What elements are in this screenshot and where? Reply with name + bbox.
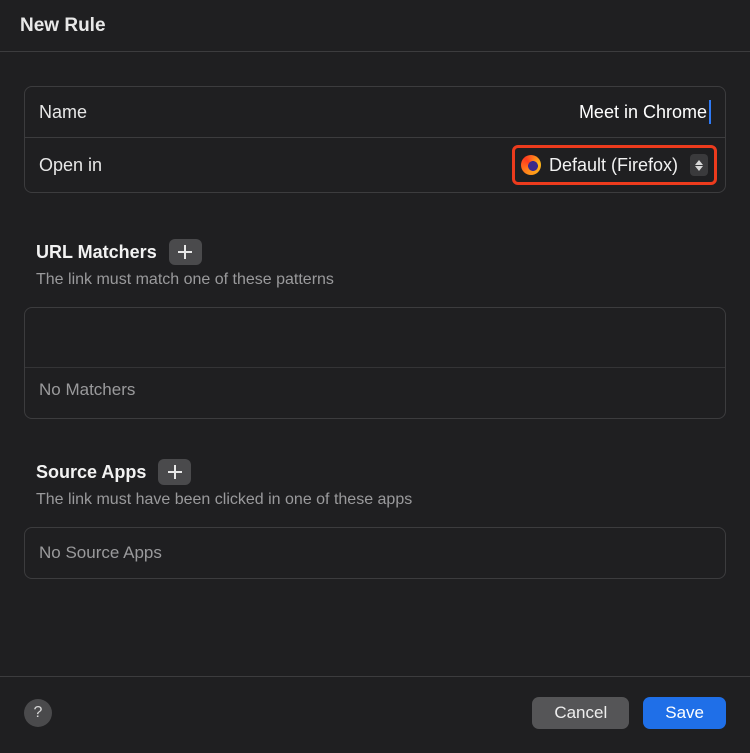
- name-row: Name: [25, 87, 725, 137]
- window-title: New Rule: [0, 0, 750, 52]
- source-apps-list: No Source Apps: [24, 527, 726, 579]
- add-source-button[interactable]: [158, 459, 191, 485]
- matchers-list: No Matchers: [24, 307, 726, 419]
- source-apps-section: Source Apps The link must have been clic…: [24, 459, 726, 579]
- open-in-label: Open in: [39, 155, 102, 176]
- plus-icon: [168, 465, 182, 479]
- url-matchers-section: URL Matchers The link must match one of …: [24, 239, 726, 419]
- open-in-dropdown[interactable]: Default (Firefox): [521, 154, 708, 176]
- add-matcher-button[interactable]: [169, 239, 202, 265]
- source-apps-title: Source Apps: [36, 462, 146, 483]
- cancel-button[interactable]: Cancel: [532, 697, 629, 729]
- open-in-row: Open in Default (Firefox): [25, 137, 725, 192]
- firefox-icon: [521, 155, 541, 175]
- open-in-highlight: Default (Firefox): [512, 145, 717, 185]
- rule-form: Name Open in Default (Firefox): [24, 86, 726, 193]
- source-apps-empty: No Source Apps: [39, 543, 711, 563]
- footer: ? Cancel Save: [0, 676, 750, 753]
- chevron-up-down-icon: [690, 154, 708, 176]
- source-apps-subtitle: The link must have been clicked in one o…: [24, 491, 726, 509]
- help-button[interactable]: ?: [24, 699, 52, 727]
- name-input[interactable]: [107, 100, 711, 124]
- matchers-empty: No Matchers: [25, 368, 725, 418]
- open-in-value: Default (Firefox): [549, 155, 678, 176]
- plus-icon: [178, 245, 192, 259]
- save-button[interactable]: Save: [643, 697, 726, 729]
- name-label: Name: [39, 102, 87, 123]
- url-matchers-title: URL Matchers: [36, 242, 157, 263]
- url-matchers-subtitle: The link must match one of these pattern…: [24, 271, 726, 289]
